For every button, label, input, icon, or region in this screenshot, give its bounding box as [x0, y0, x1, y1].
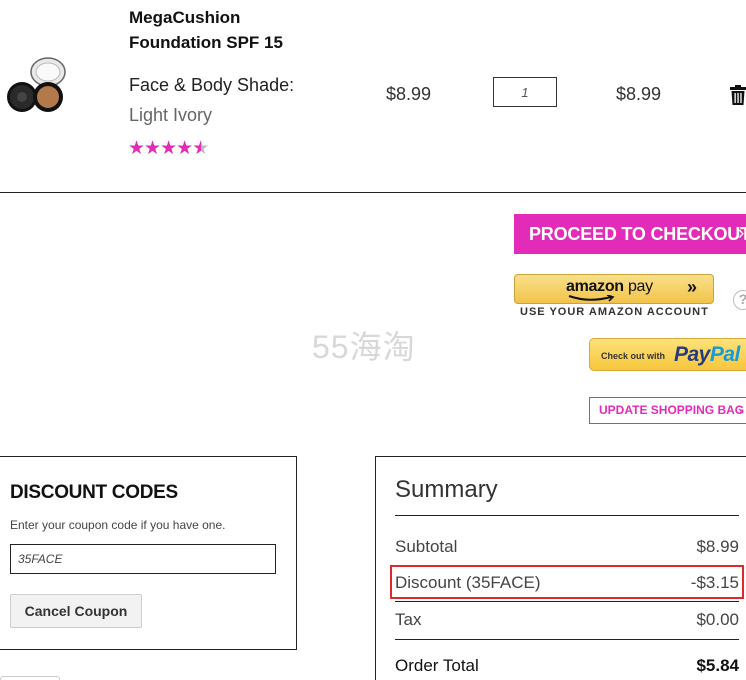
paypal-checkout-button[interactable]: Check out with PayPal [589, 338, 746, 371]
star-icon: ★ [128, 138, 145, 159]
divider [395, 639, 739, 640]
chevron-right-icon: › [738, 223, 745, 244]
amazon-pay-button[interactable]: amazon pay » [514, 274, 714, 304]
update-shopping-bag-button[interactable]: UPDATE SHOPPING BAG › [589, 397, 746, 424]
divider [0, 192, 746, 193]
trash-icon[interactable] [730, 85, 746, 105]
order-total-label: Order Total [395, 656, 479, 675]
summary-row-subtotal: Subtotal $8.99 [395, 537, 739, 557]
order-total-value: $5.84 [696, 656, 739, 675]
discount-codes-panel: DISCOUNT CODES Enter your coupon code if… [0, 456, 297, 650]
amazon-smile-icon [568, 295, 615, 302]
star-rating: ★★★★★ [128, 138, 209, 160]
watermark: 55海淘 [312, 329, 416, 365]
paypal-logo: PayPal [674, 343, 740, 366]
panel-edge [0, 676, 60, 680]
divider [395, 515, 739, 516]
product-name[interactable]: MegaCushion Foundation SPF 15 [129, 5, 329, 55]
star-icon: ★ [176, 138, 193, 159]
proceed-to-checkout-button[interactable]: PROCEED TO CHECKOUT › [514, 214, 746, 254]
summary-row-total: Order Total $5.84 [395, 656, 739, 676]
chevron-right-icon: › [738, 403, 743, 418]
line-total: $8.99 [616, 84, 662, 104]
double-arrow-icon: » [687, 277, 698, 297]
amazon-pay-logo: amazon pay [566, 278, 653, 295]
half-star-icon: ★ [192, 138, 209, 159]
update-label: UPDATE SHOPPING BAG [599, 403, 745, 417]
quantity-input[interactable] [493, 77, 557, 107]
shade-label: Face & Body Shade: [129, 75, 295, 95]
cancel-coupon-button[interactable]: Cancel Coupon [10, 594, 142, 628]
summary-row-value: $8.99 [696, 537, 739, 556]
summary-row-tax: Tax $0.00 [395, 610, 739, 630]
paypal-prefix: Check out with [601, 351, 666, 361]
highlight-box [390, 565, 744, 599]
compact-foundation-image [7, 57, 66, 112]
summary-row-value: $0.00 [696, 610, 739, 629]
star-icon: ★ [144, 138, 161, 159]
summary-title: Summary [395, 476, 498, 503]
coupon-code-input[interactable] [10, 544, 276, 574]
summary-row-label: Tax [395, 610, 422, 629]
discount-help-text: Enter your coupon code if you have one. [10, 518, 226, 532]
divider [395, 601, 739, 602]
star-icon: ★ [160, 138, 177, 159]
discount-title: DISCOUNT CODES [10, 482, 178, 503]
amazon-pay-caption: USE YOUR AMAZON ACCOUNT [520, 306, 709, 318]
shade-value: Light Ivory [129, 105, 213, 125]
checkout-label: PROCEED TO CHECKOUT [529, 224, 746, 244]
help-icon[interactable]: ? [733, 290, 746, 310]
unit-price: $8.99 [386, 84, 432, 104]
summary-row-label: Subtotal [395, 537, 458, 556]
